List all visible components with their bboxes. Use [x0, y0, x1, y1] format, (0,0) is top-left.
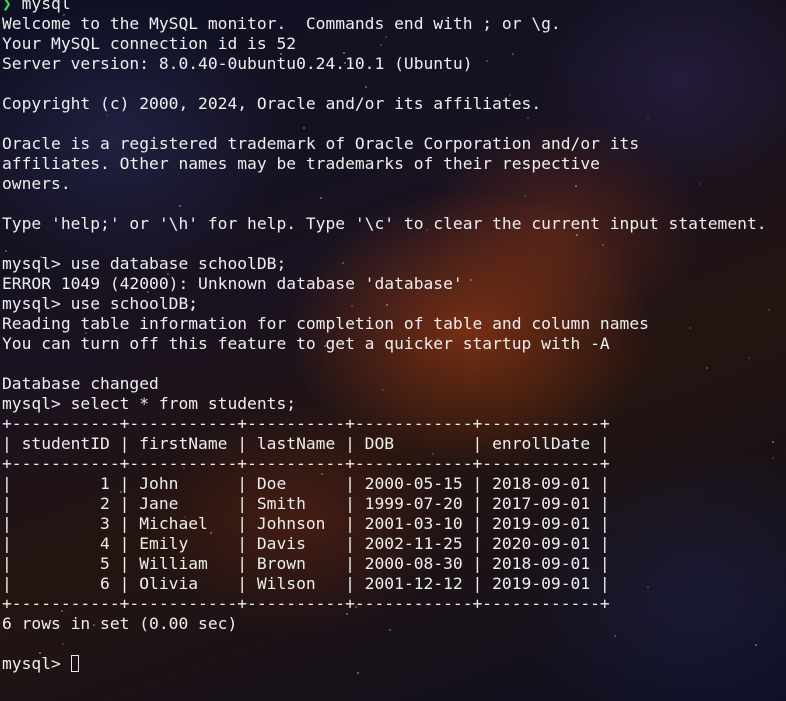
table-header-row: | studentID | firstName | lastName | DOB… — [2, 434, 610, 453]
output-line: You can turn off this feature to get a q… — [2, 334, 610, 353]
table-row: | 6 | Olivia | Wilson | 2001-12-12 | 201… — [2, 574, 610, 593]
shell-command-line: ❯ mysql — [2, 0, 786, 14]
result-summary: 6 rows in set (0.00 sec) — [2, 614, 238, 633]
output-line: Database changed — [2, 374, 159, 393]
error-message: ERROR 1049 (42000): Unknown database 'da… — [2, 274, 463, 293]
table-border: +-----------+-----------+----------+----… — [2, 454, 610, 473]
output-line: Copyright (c) 2000, 2024, Oracle and/or … — [2, 94, 542, 113]
output-line: Oracle is a registered trademark of Orac… — [2, 134, 640, 153]
shell-command: mysql — [21, 0, 71, 13]
output-line: affiliates. Other names may be trademark… — [2, 154, 600, 173]
prompt-arrow-icon: ❯ — [2, 0, 12, 13]
table-row: | 1 | John | Doe | 2000-05-15 | 2018-09-… — [2, 474, 610, 493]
mysql-command-line: mysql> use schoolDB; — [2, 294, 199, 313]
output-line: Type 'help;' or '\h' for help. Type '\c'… — [2, 214, 767, 233]
mysql-command-line: mysql> select * from students; — [2, 394, 297, 413]
table-border: +-----------+-----------+----------+----… — [2, 594, 610, 613]
output-line: owners. — [2, 174, 71, 193]
output-line: Welcome to the MySQL monitor. Commands e… — [2, 14, 561, 33]
table-row: | 5 | William | Brown | 2000-08-30 | 201… — [2, 554, 610, 573]
mysql-prompt: mysql> — [2, 654, 71, 673]
output-line: Reading table information for completion… — [2, 314, 649, 333]
table-border: +-----------+-----------+----------+----… — [2, 414, 610, 433]
output-line: Your MySQL connection id is 52 — [2, 34, 297, 53]
table-row: | 4 | Emily | Davis | 2002-11-25 | 2020-… — [2, 534, 610, 553]
table-row: | 3 | Michael | Johnson | 2001-03-10 | 2… — [2, 514, 610, 533]
mysql-input-line[interactable]: mysql> — [2, 654, 786, 674]
table-row: | 2 | Jane | Smith | 1999-07-20 | 2017-0… — [2, 494, 610, 513]
terminal-window[interactable]: ❯ mysql Welcome to the MySQL monitor. Co… — [2, 0, 786, 674]
text-cursor[interactable] — [70, 655, 79, 672]
mysql-command-line: mysql> use database schoolDB; — [2, 254, 287, 273]
output-line: Server version: 8.0.40-0ubuntu0.24.10.1 … — [2, 54, 473, 73]
